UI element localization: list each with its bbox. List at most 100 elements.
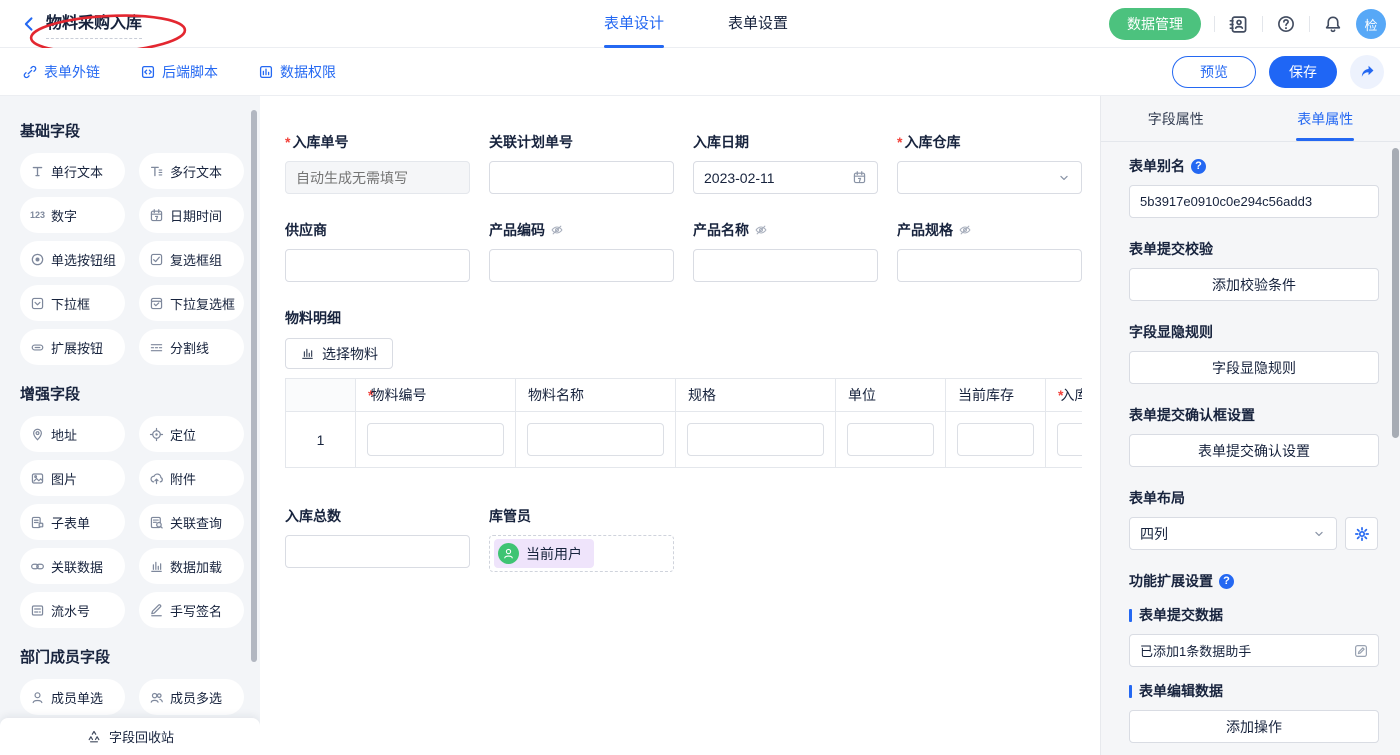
select-material-icon [300, 346, 315, 361]
inbound-date-input[interactable]: 2023-02-11 [693, 161, 878, 194]
bell-icon[interactable] [1323, 14, 1343, 34]
subform-col-current-stock: 当前库存 [946, 379, 1046, 412]
field-item-member-single[interactable]: 成员单选 [20, 679, 125, 715]
add-operation-button[interactable]: 添加操作 [1129, 710, 1379, 743]
tab-form-design[interactable]: 表单设计 [604, 0, 664, 48]
save-button[interactable]: 保存 [1269, 56, 1337, 88]
data-permission-label: 数据权限 [280, 62, 336, 82]
product-code-input[interactable] [500, 258, 663, 274]
field-item-linked-query[interactable]: 关联查询 [139, 504, 244, 540]
field-item-datetime[interactable]: 日期时间 [139, 197, 244, 233]
data-load-icon [149, 559, 164, 574]
field-item-address[interactable]: 地址 [20, 416, 125, 452]
spec-cell-input[interactable] [687, 423, 824, 456]
multi-line-text-icon [149, 164, 164, 179]
product-name-input[interactable] [704, 258, 867, 274]
field-item-image[interactable]: 图片 [20, 460, 125, 496]
warehouse-select[interactable] [897, 161, 1082, 194]
section-submit-validation: 表单提交校验 添加校验条件 [1129, 239, 1378, 301]
form-canvas[interactable]: *入库单号 关联计划单号 入库日期 2023-02-11 *入库仓库 [260, 96, 1100, 755]
share-button[interactable] [1350, 55, 1384, 89]
field-item-serial-number[interactable]: 流水号 [20, 592, 125, 628]
field-inbound-date[interactable]: 入库日期 2023-02-11 [693, 132, 878, 194]
plan-no-input[interactable] [500, 170, 663, 186]
material-name-cell-input[interactable] [527, 423, 664, 456]
section-extension-settings: 功能扩展设置? 表单提交数据 已添加1条数据助手 表单编辑数据 添加操作 [1129, 571, 1378, 743]
tab-field-properties[interactable]: 字段属性 [1101, 96, 1251, 141]
data-assistant-box[interactable]: 已添加1条数据助手 [1129, 634, 1379, 667]
chevron-down-icon [1057, 171, 1071, 185]
field-item-subform[interactable]: 子表单 [20, 504, 125, 540]
avatar[interactable]: 检 [1356, 9, 1386, 39]
field-plan-no[interactable]: 关联计划单号 [489, 132, 674, 194]
panel-scrollbar[interactable] [1392, 148, 1399, 438]
add-validation-button[interactable]: 添加校验条件 [1129, 268, 1379, 301]
field-item-dropdown-multi[interactable]: 下拉复选框 [139, 285, 244, 321]
product-spec-input[interactable] [908, 258, 1071, 274]
field-recycle-bin[interactable]: 字段回收站 [0, 718, 260, 755]
field-material-detail-subform[interactable]: 物料明细 选择物料 *物料编号 物料名称 规格 单位 当前库 [285, 308, 1082, 468]
field-item-signature[interactable]: 手写签名 [139, 592, 244, 628]
field-receipt-no[interactable]: *入库单号 [285, 132, 470, 194]
keeper-member-box[interactable]: 当前用户 [489, 535, 674, 572]
preview-button[interactable]: 预览 [1172, 56, 1256, 88]
total-qty-input[interactable] [296, 544, 459, 560]
field-product-name[interactable]: 产品名称 [693, 220, 878, 282]
data-permission-icon [258, 64, 274, 80]
field-item-single-line-text[interactable]: 单行文本 [20, 153, 125, 189]
subform-col-inbound-qty: *入库数 [1046, 379, 1083, 412]
layout-settings-button[interactable] [1345, 517, 1378, 550]
help-icon[interactable] [1276, 14, 1296, 34]
field-total-qty[interactable]: 入库总数 [285, 506, 470, 572]
field-item-member-multi[interactable]: 成员多选 [139, 679, 244, 715]
sidebar-scrollbar[interactable] [251, 110, 257, 662]
back-icon[interactable] [20, 15, 38, 33]
unit-cell-input[interactable] [847, 423, 934, 456]
receipt-no-input[interactable] [296, 170, 459, 186]
field-supplier[interactable]: 供应商 [285, 220, 470, 282]
supplier-input[interactable] [296, 258, 459, 274]
form-alias-input[interactable] [1129, 185, 1379, 218]
field-product-spec[interactable]: 产品规格 [897, 220, 1082, 282]
serial-number-icon [30, 603, 45, 618]
select-material-button[interactable]: 选择物料 [285, 338, 393, 369]
current-user-tag[interactable]: 当前用户 [494, 539, 594, 568]
field-item-data-load[interactable]: 数据加载 [139, 548, 244, 584]
help-icon[interactable]: ? [1191, 159, 1206, 174]
field-item-divider[interactable]: 分割线 [139, 329, 244, 365]
subform-table: *物料编号 物料名称 规格 单位 当前库存 *入库数 1 [285, 378, 1082, 468]
field-item-number[interactable]: 123数字 [20, 197, 125, 233]
field-item-location[interactable]: 定位 [139, 416, 244, 452]
field-visibility-button[interactable]: 字段显隐规则 [1129, 351, 1379, 384]
layout-select[interactable]: 四列 [1129, 517, 1337, 550]
field-product-code[interactable]: 产品编码 [489, 220, 674, 282]
submit-confirm-button[interactable]: 表单提交确认设置 [1129, 434, 1379, 467]
field-item-extend-button[interactable]: 扩展按钮 [20, 329, 125, 365]
tab-form-properties[interactable]: 表单属性 [1251, 96, 1400, 141]
field-warehouse[interactable]: *入库仓库 [897, 132, 1082, 194]
field-item-checkbox-group[interactable]: 复选框组 [139, 241, 244, 277]
help-icon[interactable]: ? [1219, 574, 1234, 589]
field-item-radio-group[interactable]: 单选按钮组 [20, 241, 125, 277]
subsection-edit-data: 表单编辑数据 [1129, 681, 1378, 701]
backend-script-link[interactable]: 后端脚本 [140, 62, 218, 82]
edit-icon[interactable] [1353, 643, 1369, 659]
field-item-attachment[interactable]: 附件 [139, 460, 244, 496]
current-stock-cell-input[interactable] [957, 423, 1034, 456]
material-code-cell-input[interactable] [367, 423, 504, 456]
page-title[interactable]: 物料采购入库 [46, 9, 142, 39]
field-item-dropdown[interactable]: 下拉框 [20, 285, 125, 321]
field-item-linked-data[interactable]: 关联数据 [20, 548, 125, 584]
data-permission-link[interactable]: 数据权限 [258, 62, 336, 82]
tab-form-settings[interactable]: 表单设置 [728, 0, 788, 48]
subform-col-spec: 规格 [676, 379, 836, 412]
inbound-qty-cell-input[interactable] [1057, 423, 1082, 456]
data-manage-button[interactable]: 数据管理 [1109, 8, 1201, 40]
member-single-icon [30, 690, 45, 705]
form-external-link[interactable]: 表单外链 [22, 62, 100, 82]
field-warehouse-keeper[interactable]: 库管员 当前用户 [489, 506, 674, 572]
contacts-icon[interactable] [1228, 14, 1249, 35]
field-item-multi-line-text[interactable]: 多行文本 [139, 153, 244, 189]
member-multi-icon [149, 690, 164, 705]
subform-icon [30, 515, 45, 530]
